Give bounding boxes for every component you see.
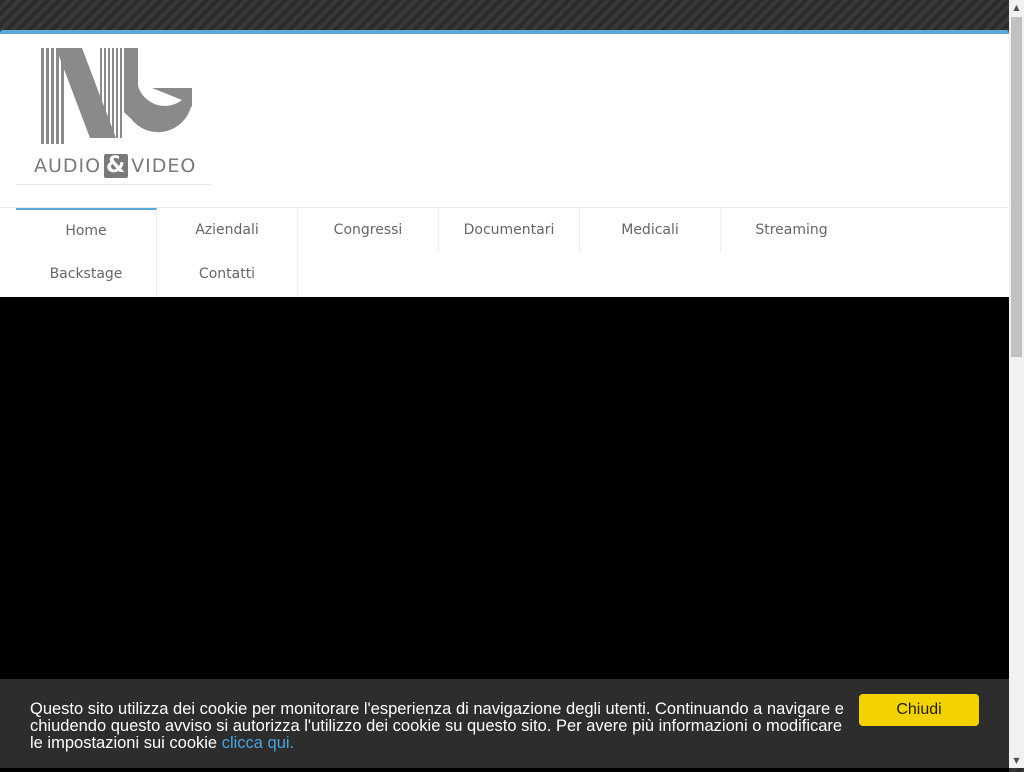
page-container: AUDIO & VIDEO Home Aziendali Congressi D… — [0, 30, 1009, 772]
scrollbar-thumb[interactable] — [1011, 17, 1022, 357]
cookie-message: Questo sito utilizza dei cookie per moni… — [30, 701, 850, 752]
logo-ampersand: & — [104, 153, 129, 178]
logo-text-video: VIDEO — [131, 155, 197, 177]
cookie-banner: Questo sito utilizza dei cookie per moni… — [0, 679, 1009, 768]
scroll-up-arrow-icon[interactable]: ▲ — [1009, 0, 1024, 15]
nav-item-medicali[interactable]: Medicali — [580, 208, 721, 252]
vg-logo-graphic — [41, 48, 192, 144]
nav-item-streaming[interactable]: Streaming — [721, 208, 862, 252]
nav-item-documentari[interactable]: Documentari — [439, 208, 580, 252]
logo-text-audio: AUDIO — [34, 155, 102, 177]
nav-item-aziendali[interactable]: Aziendali — [157, 208, 298, 252]
nav-item-home[interactable]: Home — [16, 208, 157, 252]
logo-wordmark: AUDIO & VIDEO — [34, 154, 196, 178]
nav-item-contatti[interactable]: Contatti — [157, 252, 298, 296]
cookie-message-text: Questo sito utilizza dei cookie per moni… — [30, 700, 844, 752]
scroll-down-arrow-icon[interactable]: ▼ — [1009, 753, 1024, 768]
cookie-info-link[interactable]: clicca qui. — [222, 734, 294, 752]
vertical-scrollbar[interactable]: ▲ ▼ — [1009, 0, 1024, 768]
nav-item-congressi[interactable]: Congressi — [298, 208, 439, 252]
cookie-close-button[interactable]: Chiudi — [859, 694, 979, 726]
nav-item-backstage[interactable]: Backstage — [16, 252, 157, 296]
site-logo[interactable]: AUDIO & VIDEO — [16, 38, 212, 185]
